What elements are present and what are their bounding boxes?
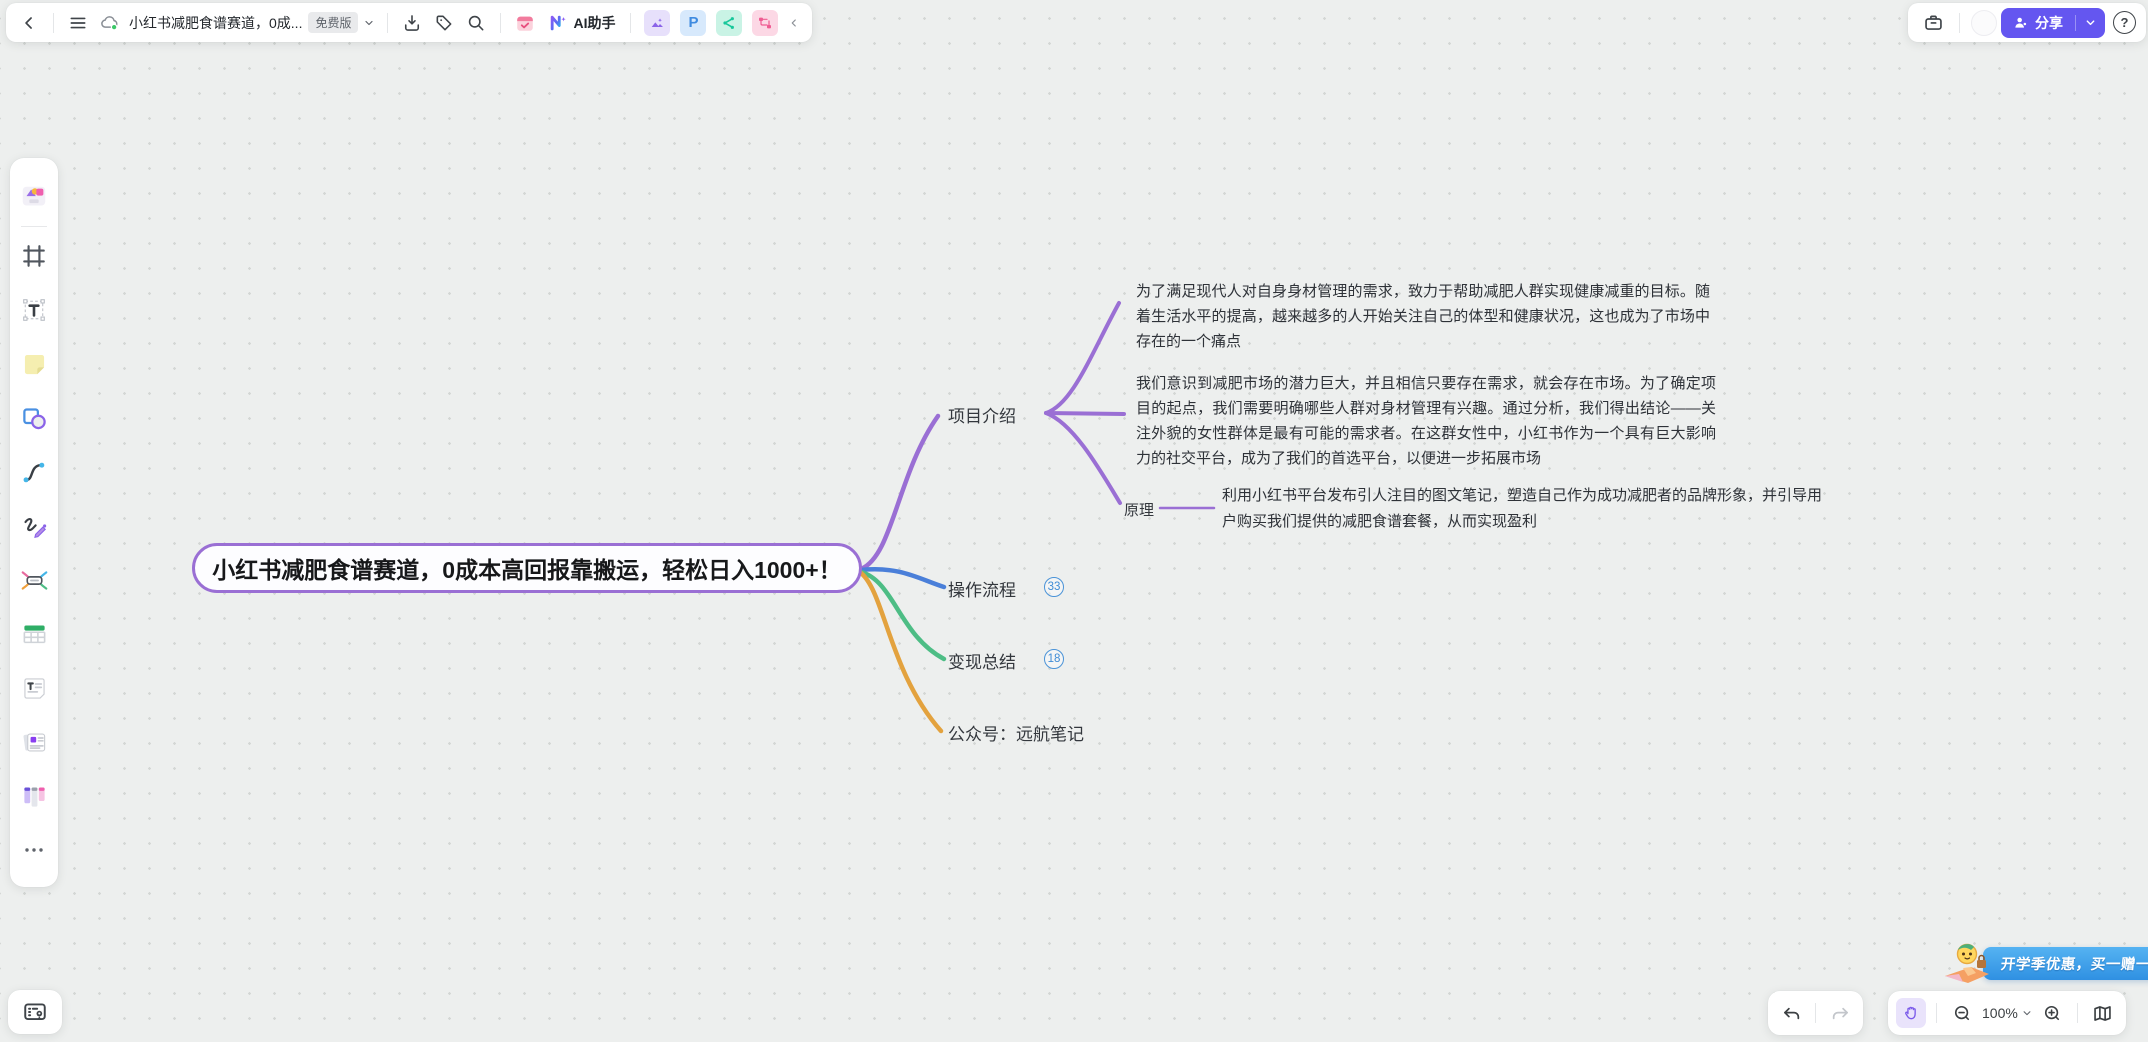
branch-account — [861, 573, 941, 731]
document-icon[interactable] — [17, 671, 51, 705]
board-title[interactable]: 小红书减肥食谱赛道，0成... — [129, 13, 302, 33]
view-controls: 100% — [1888, 991, 2126, 1035]
share-person-icon — [2013, 15, 2029, 31]
zoom-out-button[interactable] — [1947, 998, 1977, 1028]
zoom-level-value: 100% — [1982, 1005, 2018, 1021]
promo-banner[interactable]: 开学季优惠，买一赠一 — [1941, 938, 2148, 988]
divider — [1959, 13, 1960, 33]
branch-steps — [861, 569, 944, 587]
hand-tool-button[interactable] — [1896, 998, 1926, 1028]
mindmap-node-steps[interactable]: 操作流程 — [948, 576, 1016, 601]
back-button[interactable] — [14, 8, 44, 38]
mindmap-icon[interactable] — [17, 563, 51, 597]
ai-assistant-label: AI助手 — [573, 13, 615, 33]
branch-intro-to-para2 — [1046, 413, 1124, 414]
mindmap-node-principle[interactable]: 原理 — [1124, 499, 1154, 520]
divider — [2077, 1003, 2078, 1023]
pen-icon[interactable] — [17, 509, 51, 543]
plan-badge[interactable]: 免费版 — [308, 12, 358, 33]
mindmap-node-intro-para2[interactable]: 我们意识到减肥市场的潜力巨大，并且相信只要存在需求，就会存在市场。为了确定项目的… — [1136, 371, 1716, 471]
table-icon[interactable] — [17, 617, 51, 651]
frame-icon[interactable] — [17, 239, 51, 273]
history-controls — [1768, 991, 1863, 1035]
shapes-icon[interactable] — [17, 401, 51, 435]
divider — [630, 13, 631, 33]
cloud-sync-icon — [95, 8, 125, 38]
workspace-button[interactable] — [1918, 8, 1948, 38]
chevron-down-icon[interactable] — [360, 8, 378, 38]
mindmap-branches — [0, 0, 2148, 1042]
promo-text: 开学季优惠，买一赠一 — [2000, 953, 2148, 974]
image-tool-icon[interactable] — [644, 10, 670, 36]
mindmap-node-account[interactable]: 公众号：远航笔记 — [948, 720, 1084, 745]
text-icon[interactable] — [17, 293, 51, 327]
branch-intro-to-para1 — [1046, 303, 1119, 413]
branch-intro — [861, 416, 938, 569]
branch-summary — [861, 572, 944, 659]
templates-icon[interactable] — [17, 180, 51, 214]
avatar[interactable] — [1971, 10, 1997, 36]
whiteboard-canvas[interactable]: 小红书减肥食谱赛道，0成本高回报靠搬运，轻松日入1000+！ 项目介绍 为了满足… — [0, 0, 2148, 1042]
tag-button[interactable] — [429, 8, 459, 38]
frames-navigator-button[interactable] — [8, 990, 62, 1034]
divider — [21, 226, 47, 227]
collapsed-count-badge-summary[interactable]: 18 — [1044, 649, 1064, 669]
presentation-tool-icon[interactable]: P — [680, 10, 706, 36]
mindmap-node-intro[interactable]: 项目介绍 — [948, 402, 1016, 427]
more-tools-icon[interactable] — [17, 833, 51, 867]
kanban-icon[interactable] — [17, 779, 51, 813]
mindmap-root-node[interactable]: 小红书减肥食谱赛道，0成本高回报靠搬运，轻松日入1000+！ — [192, 543, 862, 593]
zoom-level-selector[interactable]: 100% — [1980, 1005, 2034, 1021]
divider — [500, 13, 501, 33]
menu-button[interactable] — [63, 8, 93, 38]
mindmap-node-summary[interactable]: 变现总结 — [948, 648, 1016, 673]
undo-button[interactable] — [1776, 998, 1806, 1028]
redo-button[interactable] — [1825, 998, 1855, 1028]
share-nodes-tool-icon[interactable] — [716, 10, 742, 36]
ai-logo-icon — [548, 13, 568, 33]
help-button[interactable]: ? — [2113, 11, 2136, 34]
divider — [1815, 1003, 1816, 1023]
connector-icon[interactable] — [17, 455, 51, 489]
flowchart-tool-icon[interactable] — [752, 10, 778, 36]
tools-sidebar — [10, 158, 58, 887]
card-note-icon[interactable] — [17, 725, 51, 759]
import-button[interactable] — [397, 8, 427, 38]
mindmap-node-principle-text[interactable]: 利用小红书平台发布引人注目的图文笔记，塑造自己作为成功减肥者的品牌形象，并引导用… — [1222, 483, 1822, 535]
collapsed-count-badge-steps[interactable]: 33 — [1044, 577, 1064, 597]
zoom-in-button[interactable] — [2037, 998, 2067, 1028]
sticky-note-icon[interactable] — [17, 347, 51, 381]
main-toolbar: 小红书减肥食谱赛道，0成... 免费版 A — [6, 3, 812, 42]
search-button[interactable] — [461, 8, 491, 38]
mindmap-node-intro-para1[interactable]: 为了满足现代人对自身身材管理的需求，致力于帮助减肥人群实现健康减重的目标。随着生… — [1136, 279, 1710, 354]
share-label: 分享 — [2035, 13, 2063, 33]
chevron-down-icon — [2022, 1008, 2032, 1018]
divider — [1936, 1003, 1937, 1023]
minimap-button[interactable] — [2088, 998, 2118, 1028]
collapse-toolbar-button[interactable] — [784, 8, 804, 38]
calendar-button[interactable] — [510, 8, 540, 38]
share-button[interactable]: 分享 — [2001, 8, 2105, 38]
ai-assistant-button[interactable]: AI助手 — [542, 8, 621, 38]
promo-banner-body[interactable]: 开学季优惠，买一赠一 — [1983, 947, 2148, 980]
account-toolbar: 分享 ? — [1908, 3, 2146, 42]
branch-intro-to-principle — [1046, 413, 1120, 503]
share-dropdown-button[interactable] — [2076, 8, 2105, 38]
divider — [53, 13, 54, 33]
promo-mascot-icon — [1941, 938, 1997, 988]
divider — [387, 13, 388, 33]
